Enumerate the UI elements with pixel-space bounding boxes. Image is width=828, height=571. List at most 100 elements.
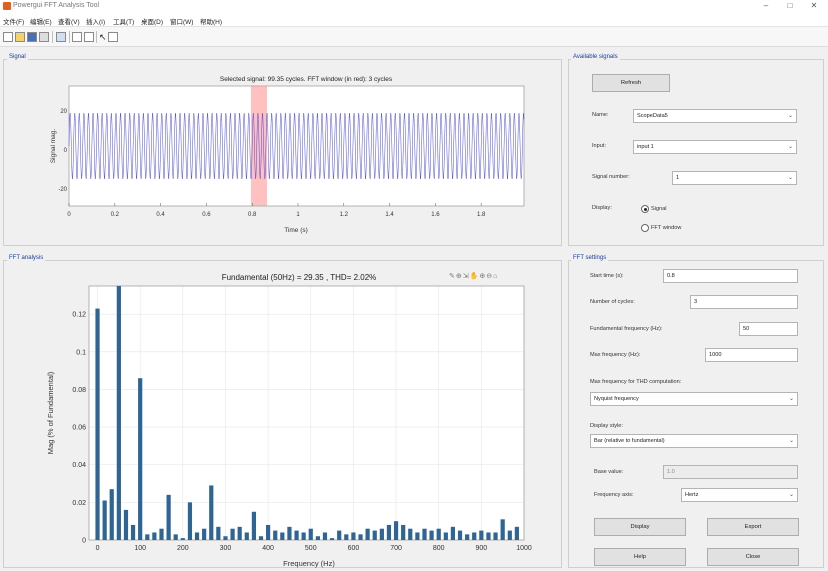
name-dropdown[interactable]: ScopeData5 ⌄ (633, 109, 797, 123)
fft-bar (308, 528, 313, 540)
data-cursor-icon[interactable] (84, 32, 94, 42)
fft-bar (344, 534, 349, 540)
fft-grid (89, 286, 525, 541)
fft-bar (244, 532, 249, 540)
signal-ytick: -20 (58, 187, 67, 193)
fft-ytick-label: 0.04 (72, 462, 86, 469)
menu-window[interactable]: 窗口(W) (170, 16, 193, 26)
freq-axis-value: Hertz (685, 492, 699, 498)
export-button[interactable]: Export (707, 518, 799, 536)
fft-xtick-label: 400 (262, 545, 274, 552)
fft-bar (301, 532, 306, 540)
menu-insert[interactable]: 插入(I) (86, 16, 105, 26)
display-button[interactable]: Display (594, 518, 686, 536)
fft-ytick-label: 0.02 (72, 500, 86, 507)
open-folder-icon[interactable] (15, 32, 25, 42)
help-button[interactable]: Help (594, 548, 686, 566)
thd-dropdown[interactable]: Nyquist frequency ⌄ (590, 392, 798, 406)
fft-bar (465, 534, 470, 540)
fft-bar (287, 526, 292, 540)
refresh-button[interactable]: Refresh (592, 74, 670, 92)
fft-bar (457, 530, 463, 540)
available-signals-title: Available signals (571, 54, 620, 60)
display-label: Display: (592, 205, 612, 211)
fft-bar (493, 532, 498, 540)
fft-bar (159, 528, 164, 540)
display-style-value: Bar (relative to fundamental) (594, 438, 665, 444)
minimize-button[interactable]: – (758, 1, 774, 11)
fft-bar (422, 528, 427, 540)
name-label: Name: (592, 112, 609, 118)
name-value: ScopeData5 (637, 113, 668, 119)
plot-tools-icon[interactable] (108, 32, 118, 42)
link-icon[interactable] (72, 32, 82, 42)
menu-help[interactable]: 帮助(H) (200, 16, 222, 26)
cycles-input[interactable]: 3 (690, 295, 798, 309)
menu-tools[interactable]: 工具(T) (113, 16, 134, 26)
save-icon[interactable] (27, 32, 37, 42)
signal-ytick: 20 (60, 109, 67, 115)
fft-bar (372, 530, 377, 540)
fft-bar (393, 521, 399, 540)
fft-bar (365, 528, 370, 540)
fft-bar (237, 526, 242, 540)
chevron-down-icon: ⌄ (788, 438, 794, 444)
fft-bar (472, 532, 477, 540)
fft-bar (351, 532, 356, 540)
fft-bar (109, 489, 114, 540)
fft-ytick-label: 0 (82, 538, 86, 545)
signal-xtick-label: 1.2 (340, 212, 349, 218)
max-freq-input[interactable]: 1000 (705, 348, 798, 362)
fft-bar (429, 530, 434, 540)
input-value: input 1 (637, 144, 654, 150)
start-time-input[interactable]: 0.8 (663, 269, 798, 283)
fft-chart-title: Fundamental (50Hz) = 29.35 , THD= 2.02% (222, 273, 377, 282)
display-fft-window-radio[interactable] (641, 224, 649, 232)
close-button[interactable]: Close (707, 548, 799, 566)
fft-bar (280, 532, 285, 540)
thd-value: Nyquist frequency (594, 396, 639, 402)
toolbar: ↖ (0, 27, 828, 47)
signal-xtick-label: 0.4 (156, 212, 165, 218)
display-signal-radio[interactable] (641, 205, 649, 213)
display-style-dropdown[interactable]: Bar (relative to fundamental) ⌄ (590, 434, 798, 448)
freq-axis-dropdown[interactable]: Hertz ⌄ (681, 488, 798, 502)
menu-edit[interactable]: 编辑(E) (30, 16, 52, 26)
print-icon[interactable] (39, 32, 49, 42)
fft-bar (514, 526, 519, 540)
chevron-down-icon: ⌄ (787, 175, 793, 181)
input-dropdown[interactable]: input 1 ⌄ (633, 140, 797, 154)
menu-file[interactable]: 文件(F) (3, 16, 24, 26)
fft-chart: Fundamental (50Hz) = 29.35 , THD= 2.02% … (46, 273, 532, 568)
toolbar-separator (52, 31, 53, 43)
fft-bar (500, 519, 505, 540)
fft-bar (173, 534, 178, 540)
fft-bar (187, 502, 193, 540)
thd-label: Max frequency for THD computation: (590, 379, 682, 385)
fft-bar (479, 530, 484, 540)
signal-number-dropdown[interactable]: 1 ⌄ (672, 171, 797, 185)
maximize-button[interactable]: □ (782, 1, 798, 11)
close-window-button[interactable]: ✕ (806, 1, 822, 11)
signal-xtick-label: 1.6 (431, 212, 440, 218)
fund-freq-input[interactable]: 50 (739, 322, 798, 336)
fft-xtick-label: 0 (96, 545, 100, 552)
menu-view[interactable]: 查看(V) (58, 16, 80, 26)
toolbar-separator (96, 31, 97, 43)
fft-bar (266, 524, 271, 540)
fft-bar (358, 534, 363, 540)
chevron-down-icon: ⌄ (787, 144, 793, 150)
fund-freq-label: Fundamental frequency (Hz): (590, 326, 663, 332)
fft-bar (130, 524, 136, 540)
cycles-label: Number of cycles: (590, 299, 635, 305)
fft-xtick-label: 200 (177, 545, 189, 552)
print-preview-icon[interactable] (56, 32, 66, 42)
freq-axis-label: Frequency axis: (594, 492, 634, 498)
fft-bar (194, 532, 200, 540)
fft-bar (322, 532, 328, 540)
menu-bar: 文件(F) 编辑(E) 查看(V) 插入(I) 工具(T) 桌面(D) 窗口(W… (0, 13, 828, 27)
new-file-icon[interactable] (3, 32, 13, 42)
base-value-input[interactable]: 1.0 (663, 465, 798, 479)
menu-desktop[interactable]: 桌面(D) (141, 16, 163, 26)
signal-xtick-label: 1 (296, 212, 300, 218)
